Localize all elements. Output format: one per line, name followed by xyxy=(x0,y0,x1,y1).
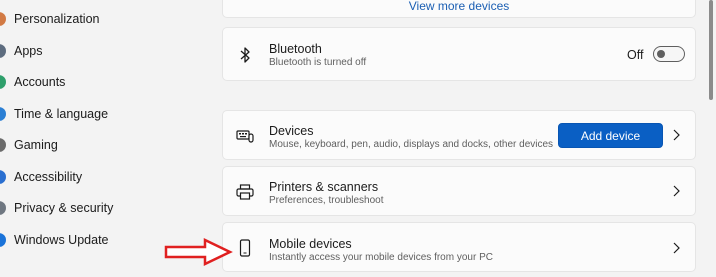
bluetooth-card: Bluetooth Bluetooth is turned off Off xyxy=(222,27,696,81)
sidebar-item-accessibility[interactable]: Accessibility xyxy=(0,162,200,192)
printers-scanners-title: Printers & scanners xyxy=(269,180,379,194)
toggle-knob xyxy=(657,50,665,58)
windows-update-icon xyxy=(0,233,6,247)
mobile-devices-card[interactable]: Mobile devices Instantly access your mob… xyxy=(222,222,696,272)
personalization-icon xyxy=(0,12,6,26)
accessibility-icon xyxy=(0,170,6,184)
printers-scanners-card[interactable]: Printers & scanners Preferences, trouble… xyxy=(222,166,696,216)
chevron-right-icon[interactable] xyxy=(671,184,681,198)
chevron-right-icon[interactable] xyxy=(671,241,681,255)
devices-summary-card: View more devices xyxy=(222,0,696,18)
accounts-icon xyxy=(0,75,6,89)
add-device-button[interactable]: Add device xyxy=(558,123,663,148)
sidebar-item-label: Accessibility xyxy=(14,170,83,184)
sidebar-item-personalization[interactable]: Personalization xyxy=(0,4,200,34)
mobile-devices-title: Mobile devices xyxy=(269,237,352,251)
bluetooth-title: Bluetooth xyxy=(269,42,322,56)
devices-subtitle: Mouse, keyboard, pen, audio, displays an… xyxy=(269,139,554,150)
printer-icon xyxy=(235,182,255,202)
sidebar-item-label: Time & language xyxy=(14,107,109,121)
view-more-devices-link[interactable]: View more devices xyxy=(223,0,695,13)
sidebar-item-label: Privacy & security xyxy=(14,201,114,215)
sidebar-item-time-language[interactable]: Time & language xyxy=(0,99,200,129)
sidebar-item-label: Windows Update xyxy=(14,233,109,247)
time-language-icon xyxy=(0,107,6,121)
sidebar-item-gaming[interactable]: Gaming xyxy=(0,130,200,160)
mobile-device-icon xyxy=(235,238,255,258)
gaming-icon xyxy=(0,138,6,152)
sidebar-item-label: Accounts xyxy=(14,75,66,89)
sidebar-item-label: Personalization xyxy=(14,12,100,26)
scrollbar-thumb[interactable] xyxy=(709,0,713,100)
printers-scanners-subtitle: Preferences, troubleshoot xyxy=(269,195,384,206)
bluetooth-toggle-state: Off xyxy=(627,48,644,62)
mobile-devices-subtitle: Instantly access your mobile devices fro… xyxy=(269,252,493,263)
bluetooth-status: Bluetooth is turned off xyxy=(269,57,367,68)
sidebar: Personalization Apps Accounts Time & lan… xyxy=(0,0,200,277)
sidebar-item-accounts[interactable]: Accounts xyxy=(0,67,200,97)
bluetooth-icon xyxy=(235,45,255,65)
chevron-right-icon[interactable] xyxy=(671,128,681,142)
sidebar-item-privacy-security[interactable]: Privacy & security xyxy=(0,193,200,223)
devices-card[interactable]: Devices Mouse, keyboard, pen, audio, dis… xyxy=(222,110,696,160)
annotation-arrow-icon xyxy=(163,237,233,267)
devices-title: Devices xyxy=(269,124,314,138)
sidebar-item-label: Apps xyxy=(14,44,43,58)
privacy-security-icon xyxy=(0,201,6,215)
apps-icon xyxy=(0,44,6,58)
devices-icon xyxy=(235,126,255,146)
sidebar-item-label: Gaming xyxy=(14,138,58,152)
bluetooth-toggle[interactable] xyxy=(653,46,685,62)
sidebar-item-apps[interactable]: Apps xyxy=(0,36,200,66)
